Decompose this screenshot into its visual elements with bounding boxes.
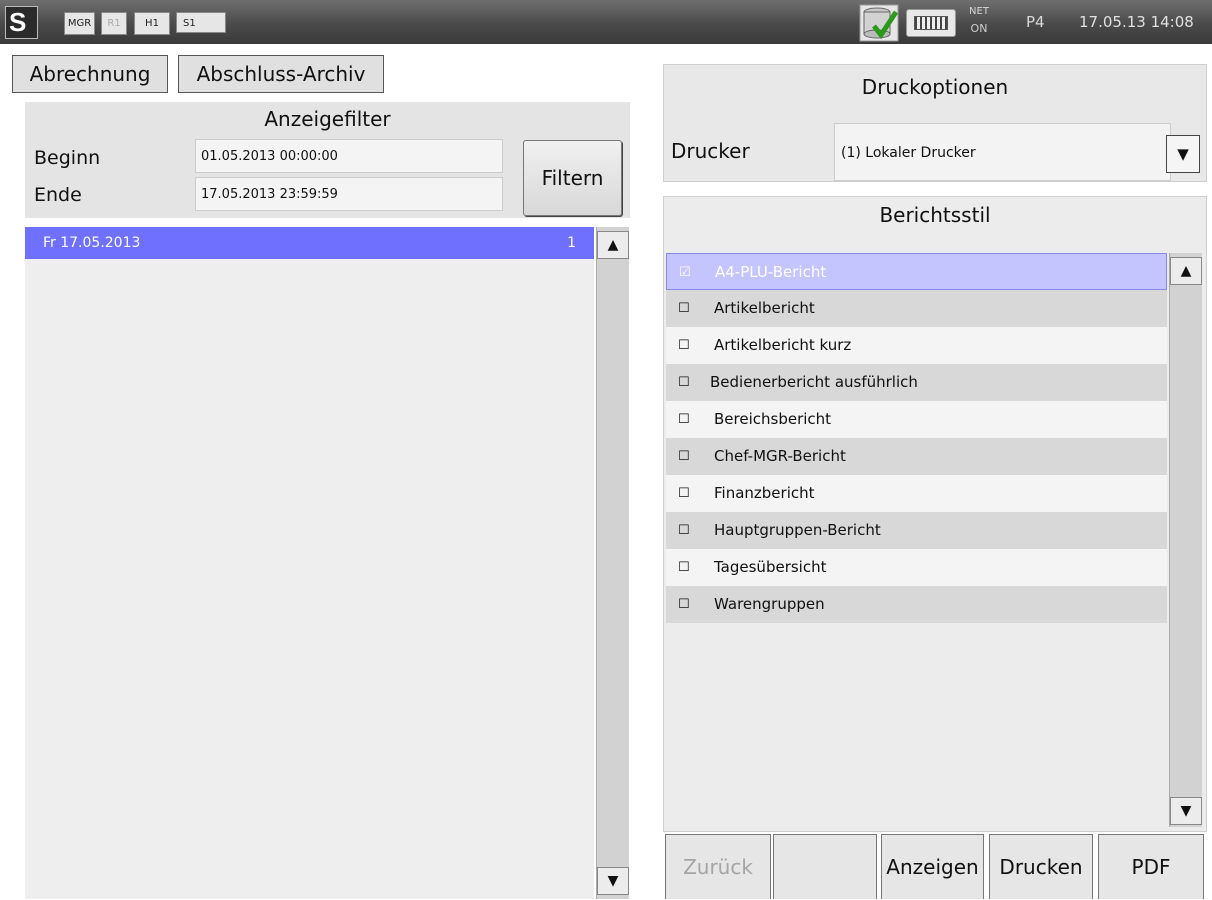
checkbox-checked-icon[interactable]: ☑ xyxy=(679,254,691,291)
report-label: Tagesübersicht xyxy=(714,558,827,576)
filter-panel: Anzeigefilter Beginn 01.05.2013 00:00:00… xyxy=(25,102,630,218)
scroll-up-icon[interactable]: ▲ xyxy=(597,231,629,259)
checkbox-icon[interactable]: ☐ xyxy=(678,438,690,475)
net-status: ON xyxy=(970,22,988,35)
report-label: Warengruppen xyxy=(714,595,825,613)
print-options-panel: Druckoptionen Drucker (1) Lokaler Drucke… xyxy=(663,64,1207,182)
list-item-report[interactable]: ☐ Bereichsbericht xyxy=(666,401,1167,438)
tab-abschluss-archiv[interactable]: Abschluss-Archiv xyxy=(178,55,384,93)
day-label: Fr 17.05.2013 xyxy=(43,235,141,251)
list-item-report[interactable]: ☐ Artikelbericht xyxy=(666,290,1167,327)
list-item-report[interactable]: ☐ Warengruppen xyxy=(666,586,1167,623)
day-count: 1 xyxy=(567,235,576,251)
app-logo[interactable]: S xyxy=(5,6,38,39)
checkbox-icon[interactable]: ☐ xyxy=(678,364,690,401)
net-label: NET xyxy=(969,6,989,17)
end-label: Ende xyxy=(34,184,82,206)
report-label: Artikelbericht kurz xyxy=(714,336,852,354)
report-label: Bedienerbericht ausführlich xyxy=(710,373,918,391)
checkbox-icon[interactable]: ☐ xyxy=(678,401,690,438)
report-label: A4-PLU-Bericht xyxy=(715,263,827,281)
database-check-icon[interactable] xyxy=(859,4,899,42)
checkbox-icon[interactable]: ☐ xyxy=(678,327,690,364)
list-item-day[interactable]: Fr 17.05.2013 1 xyxy=(25,227,594,259)
scroll-up-icon[interactable]: ▲ xyxy=(1170,257,1202,285)
tab-abrechnung[interactable]: Abrechnung xyxy=(12,55,168,93)
end-date-field[interactable]: 17.05.2013 23:59:59 xyxy=(195,177,503,211)
day-list-scrollbar[interactable]: ▲ ▼ xyxy=(596,227,629,899)
list-item-report[interactable]: ☐ Hauptgruppen-Bericht xyxy=(666,512,1167,549)
report-label: Finanzbericht xyxy=(714,484,815,502)
filter-title: Anzeigefilter xyxy=(264,107,391,131)
tag-h1[interactable]: H1 xyxy=(134,12,170,35)
list-item-report[interactable]: ☐ Bedienerbericht ausführlich xyxy=(666,364,1167,401)
checkbox-icon[interactable]: ☐ xyxy=(678,586,690,623)
list-item-report[interactable]: ☐ Chef-MGR-Bericht xyxy=(666,438,1167,475)
checkbox-icon[interactable]: ☐ xyxy=(678,290,690,327)
clock: 17.05.13 14:08 xyxy=(1079,13,1194,31)
day-list: Fr 17.05.2013 1 xyxy=(25,227,594,899)
begin-label: Beginn xyxy=(34,147,101,169)
tag-mgr[interactable]: MGR xyxy=(64,12,95,35)
checkbox-icon[interactable]: ☐ xyxy=(678,475,690,512)
list-item-report[interactable]: ☐ Artikelbericht kurz xyxy=(666,327,1167,364)
list-item-report[interactable]: ☐ Finanzbericht xyxy=(666,475,1167,512)
list-item-report[interactable]: ☑ A4-PLU-Bericht xyxy=(666,253,1167,290)
begin-date-field[interactable]: 01.05.2013 00:00:00 xyxy=(195,139,503,173)
tag-s1[interactable]: S1 xyxy=(176,12,226,33)
print-button[interactable]: Drucken xyxy=(989,834,1093,899)
report-label: Artikelbericht xyxy=(714,299,815,317)
report-label: Chef-MGR-Bericht xyxy=(714,447,846,465)
show-button[interactable]: Anzeigen xyxy=(881,834,984,899)
report-style-title: Berichtsstil xyxy=(879,203,991,227)
printer-select[interactable]: (1) Lokaler Drucker xyxy=(834,123,1171,181)
empty-button[interactable] xyxy=(773,834,877,899)
back-button[interactable]: Zurück xyxy=(665,834,771,899)
report-label: Hauptgruppen-Bericht xyxy=(714,521,881,539)
scroll-down-icon[interactable]: ▼ xyxy=(597,867,629,895)
report-list-scrollbar[interactable]: ▲ ▼ xyxy=(1169,253,1202,827)
logo-s-icon: S xyxy=(9,7,27,37)
list-item-report[interactable]: ☐ Tagesübersicht xyxy=(666,549,1167,586)
keyboard-icon[interactable] xyxy=(906,9,956,37)
filter-button[interactable]: Filtern xyxy=(523,140,622,216)
print-options-title: Druckoptionen xyxy=(861,75,1009,99)
checkbox-icon[interactable]: ☐ xyxy=(678,512,690,549)
report-style-panel: Berichtsstil ☑ A4-PLU-Bericht ☐ Artikelb… xyxy=(663,196,1207,832)
keyboard-keys xyxy=(914,16,948,30)
net-indicator: NET ON xyxy=(966,5,992,35)
chevron-down-icon[interactable]: ▼ xyxy=(1166,135,1200,173)
report-label: Bereichsbericht xyxy=(714,410,832,428)
printer-label: Drucker xyxy=(671,139,750,163)
terminal-id: P4 xyxy=(1026,13,1045,31)
checkbox-icon[interactable]: ☐ xyxy=(678,549,690,586)
status-bar: S MGR R1 H1 S1 NET ON P4 17.05.13 14:08 xyxy=(0,0,1212,44)
scroll-down-icon[interactable]: ▼ xyxy=(1170,797,1202,825)
tag-r1[interactable]: R1 xyxy=(101,12,127,35)
pdf-button[interactable]: PDF xyxy=(1098,834,1204,899)
